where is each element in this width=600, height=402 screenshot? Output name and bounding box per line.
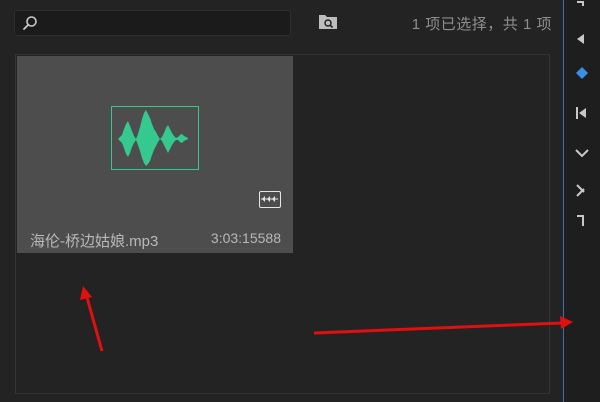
slip-tool-icon[interactable] xyxy=(574,212,592,230)
waveform-icon xyxy=(118,110,188,166)
folder-search-icon[interactable] xyxy=(318,12,338,30)
audio-clip-icon xyxy=(259,191,281,208)
clip-name: 海伦-桥边姑娘.mp3 xyxy=(30,233,159,250)
project-bin-panel[interactable]: 海伦-桥边姑娘.mp3 3:03:15588 xyxy=(15,54,550,394)
search-icon xyxy=(23,16,37,30)
search-input[interactable] xyxy=(41,14,285,34)
ripple-tool-icon[interactable] xyxy=(574,146,592,164)
back-arrow-icon[interactable] xyxy=(574,30,592,48)
razor-tool-icon[interactable] xyxy=(574,182,592,200)
tools-panel-edge xyxy=(563,0,600,402)
clip-duration: 3:03:15588 xyxy=(210,230,281,246)
go-to-in-point-icon[interactable] xyxy=(574,104,592,122)
clip-card[interactable]: 海伦-桥边姑娘.mp3 3:03:15588 xyxy=(17,56,293,253)
waveform-thumbnail xyxy=(111,106,199,170)
tool-icon[interactable] xyxy=(574,0,592,14)
search-box[interactable] xyxy=(14,10,291,36)
selection-status: 1 项已选择，共 1 项 xyxy=(411,16,552,33)
marker-diamond-icon[interactable] xyxy=(574,64,592,82)
